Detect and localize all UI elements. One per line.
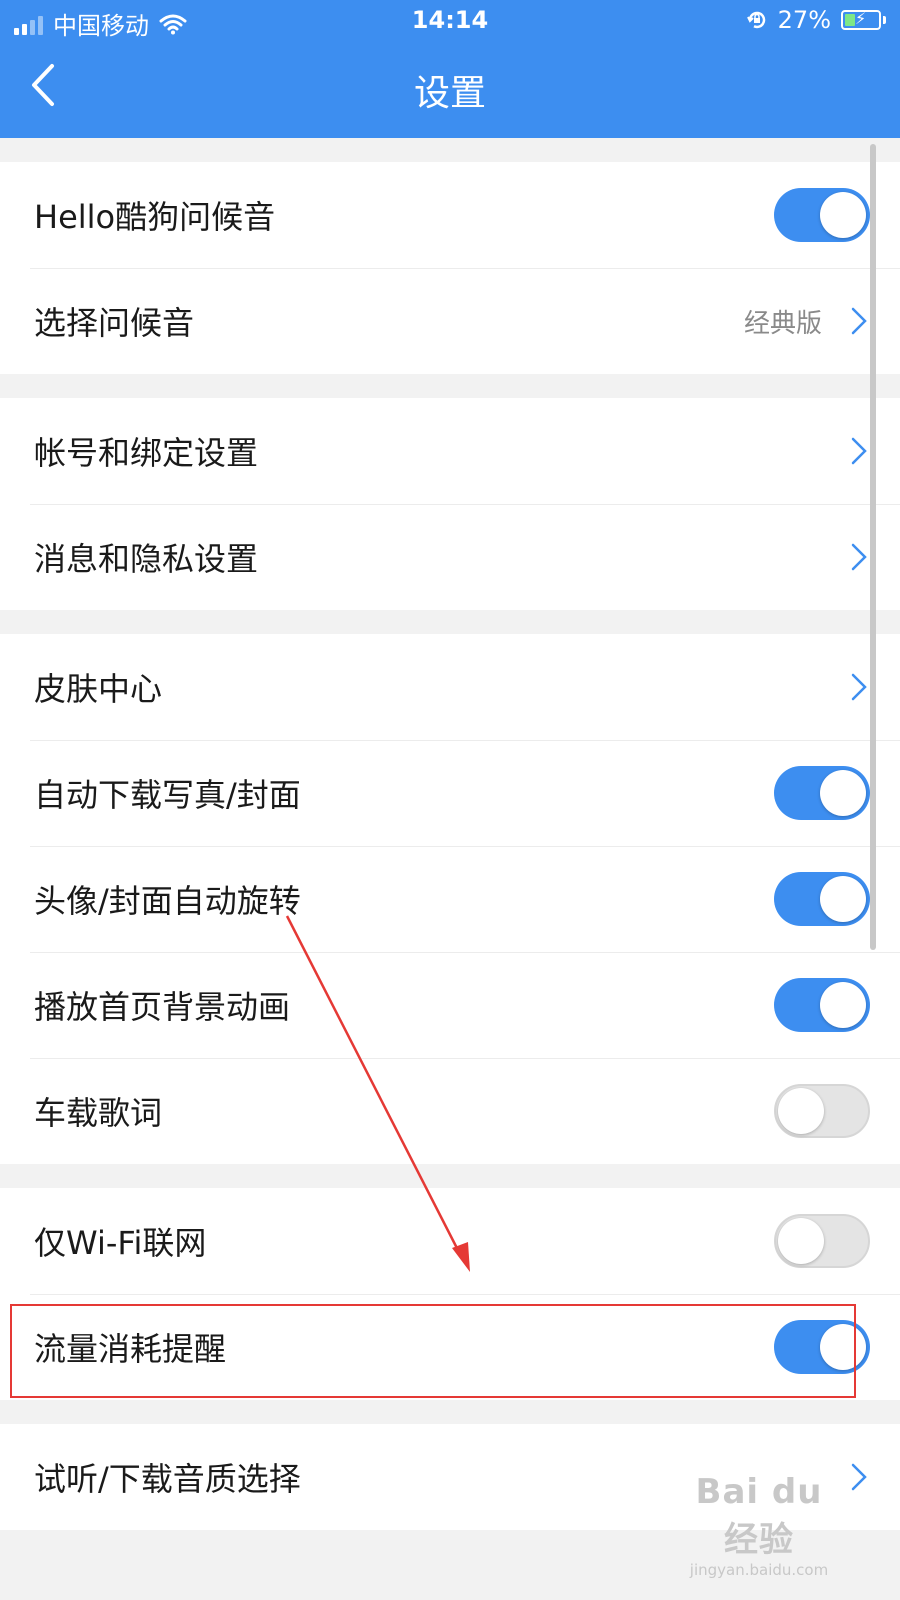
toggle-knob (778, 1218, 824, 1264)
settings-row[interactable]: 自动下载写真/封面 (0, 740, 900, 846)
settings-row[interactable]: 选择问候音 经典版 (0, 268, 900, 374)
toggle-knob (820, 192, 866, 238)
battery-charging-icon: ⚡ (841, 9, 881, 30)
watermark-url: jingyan.baidu.com (689, 1561, 829, 1579)
page-title: 设置 (413, 73, 486, 114)
status-right: 27% ⚡ (746, 6, 886, 34)
chevron-right-icon (851, 437, 867, 465)
settings-section: 帐号和绑定设置 消息和隐私设置 (0, 398, 900, 610)
settings-row-value: 经典版 (743, 308, 822, 339)
toggle-switch[interactable] (774, 188, 870, 242)
app-header: 中国移动 14:14 27% ⚡ 设置 (0, 0, 900, 138)
watermark: Bai du 经验 jingyan.baidu.com (674, 1472, 844, 1579)
scrollbar[interactable] (870, 144, 876, 950)
toggle-switch[interactable] (774, 978, 870, 1032)
settings-row-label: 车载歌词 (34, 1094, 163, 1132)
toggle-switch[interactable] (774, 1084, 870, 1138)
annotation-highlight-box (10, 1304, 856, 1398)
settings-row[interactable]: Hello酷狗问候音 (0, 162, 900, 268)
toggle-knob (820, 876, 866, 922)
settings-row-label: 帐号和绑定设置 (34, 434, 259, 472)
settings-section: Hello酷狗问候音 选择问候音 经典版 (0, 162, 900, 374)
toggle-knob (778, 1088, 824, 1134)
settings-row-label: 头像/封面自动旋转 (34, 882, 301, 920)
chevron-right-icon (851, 1463, 867, 1491)
settings-row-label: 皮肤中心 (34, 670, 163, 708)
settings-row-label: 播放首页背景动画 (34, 988, 291, 1026)
status-bar: 中国移动 14:14 27% ⚡ (0, 0, 900, 44)
settings-row[interactable]: 帐号和绑定设置 (0, 398, 900, 504)
settings-row[interactable]: 头像/封面自动旋转 (0, 846, 900, 952)
settings-row-label: 仅Wi-Fi联网 (34, 1224, 207, 1262)
settings-row-label: Hello酷狗问候音 (34, 198, 276, 236)
toggle-switch[interactable] (774, 766, 870, 820)
settings-row[interactable]: 播放首页背景动画 (0, 952, 900, 1058)
battery-percent: 27% (777, 6, 831, 34)
settings-row[interactable]: 消息和隐私设置 (0, 504, 900, 610)
settings-row[interactable]: 仅Wi-Fi联网 (0, 1188, 900, 1294)
settings-section: 皮肤中心自动下载写真/封面 头像/封面自动旋转 播放首页背景动画 车载歌词 (0, 634, 900, 1164)
settings-row-label: 消息和隐私设置 (34, 540, 259, 578)
chevron-right-icon (851, 307, 867, 335)
watermark-logo: Bai du 经验 (695, 1472, 823, 1560)
toggle-switch[interactable] (774, 872, 870, 926)
chevron-right-icon (851, 673, 867, 701)
battery-tip (883, 16, 886, 24)
chevron-right-icon (851, 543, 867, 571)
settings-row[interactable]: 车载歌词 (0, 1058, 900, 1164)
settings-row[interactable]: 皮肤中心 (0, 634, 900, 740)
toggle-knob (820, 982, 866, 1028)
toggle-knob (820, 770, 866, 816)
rotation-lock-icon (746, 11, 765, 29)
toggle-switch[interactable] (774, 1214, 870, 1268)
settings-row-label: 选择问候音 (34, 304, 195, 342)
settings-row-label: 自动下载写真/封面 (34, 776, 301, 814)
